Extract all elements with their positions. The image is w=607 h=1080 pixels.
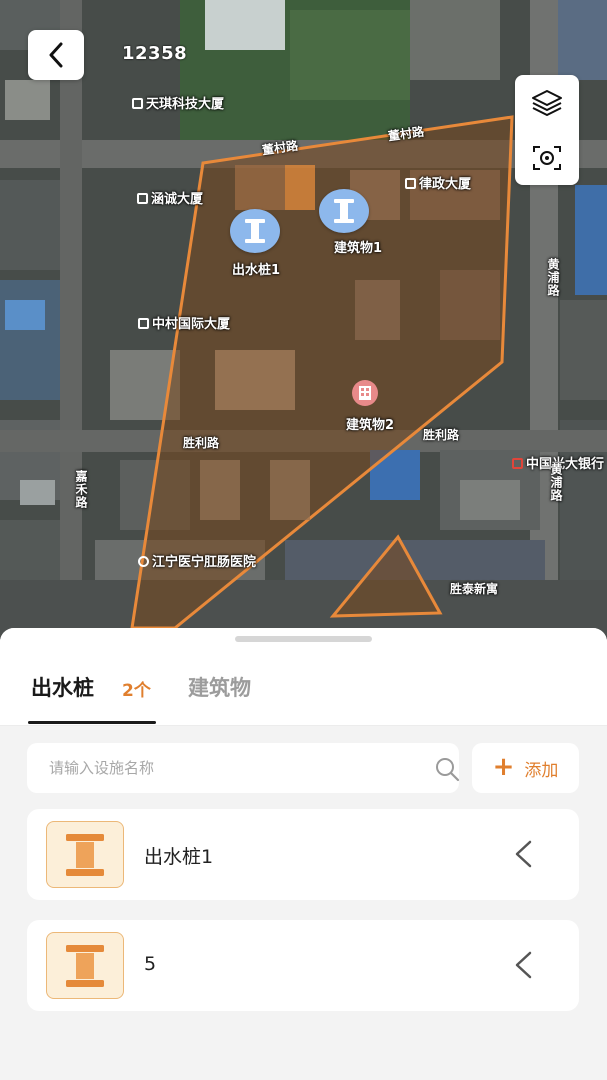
map-id: 12358 [122, 43, 188, 64]
map-view[interactable]: 天琪科技大厦 涵诚大厦 律政大厦 中村国际大厦 中国光大银行 江宁医宁肛肠医院 … [0, 0, 607, 640]
list-item[interactable]: 出水桩1 [27, 809, 579, 900]
plus-icon: + [492, 752, 515, 782]
road-label: 胜利路 [423, 428, 460, 442]
pile-marker[interactable] [319, 189, 369, 233]
marker-label: 出水桩1 [232, 263, 281, 278]
tab-building[interactable]: 建筑物 [188, 672, 251, 702]
list-item[interactable]: 5 [27, 920, 579, 1011]
add-button-label: 添加 [524, 760, 559, 781]
pile-marker[interactable] [230, 209, 280, 253]
chevron-left-icon[interactable] [513, 839, 533, 869]
poi-label: 涵诚大厦 [137, 188, 203, 207]
building-marker[interactable] [352, 380, 378, 406]
drag-handle[interactable] [235, 636, 372, 642]
building-icon [359, 386, 371, 400]
poi-label: 律政大厦 [405, 173, 471, 192]
road-label: 胜利路 [183, 436, 220, 450]
water-pile-icon [46, 932, 124, 999]
marker-label: 建筑物2 [346, 418, 395, 433]
marker-label: 建筑物1 [334, 241, 383, 256]
search-box [27, 743, 460, 793]
road-label: 黄浦路 [549, 463, 563, 502]
add-button[interactable]: + 添加 [472, 743, 579, 793]
tab-active-indicator [28, 721, 156, 724]
tab-count-badge: 2个 [122, 681, 151, 701]
poi-label: 天琪科技大厦 [132, 93, 224, 112]
locate-icon [533, 145, 561, 170]
poi-label: 胜泰新寓 [450, 582, 499, 596]
water-pile-icon [46, 821, 124, 888]
layers-icon [532, 89, 562, 116]
item-name: 5 [144, 953, 157, 975]
search-input[interactable] [49, 743, 399, 793]
chevron-left-icon [49, 42, 63, 68]
road-label: 嘉禾路 [74, 470, 88, 509]
tab-water-pile[interactable]: 出水桩 [31, 672, 94, 702]
item-name: 出水桩1 [144, 846, 214, 868]
chevron-left-icon[interactable] [513, 950, 533, 980]
poi-label: 中村国际大厦 [138, 313, 230, 332]
pile-icon [245, 219, 265, 243]
map-tools [515, 75, 579, 185]
poi-label: 江宁医宁肛肠医院 [138, 551, 256, 570]
pile-icon [334, 199, 354, 223]
layers-button[interactable] [515, 75, 579, 130]
tab-bar: 出水桩 2个 建筑物 [0, 628, 607, 726]
search-icon[interactable] [434, 756, 460, 782]
bottom-sheet: 出水桩 2个 建筑物 + 添加 出水桩1 [0, 628, 607, 1080]
back-button[interactable] [28, 30, 84, 80]
locate-button[interactable] [515, 130, 579, 185]
road-label: 黄浦路 [546, 258, 560, 297]
